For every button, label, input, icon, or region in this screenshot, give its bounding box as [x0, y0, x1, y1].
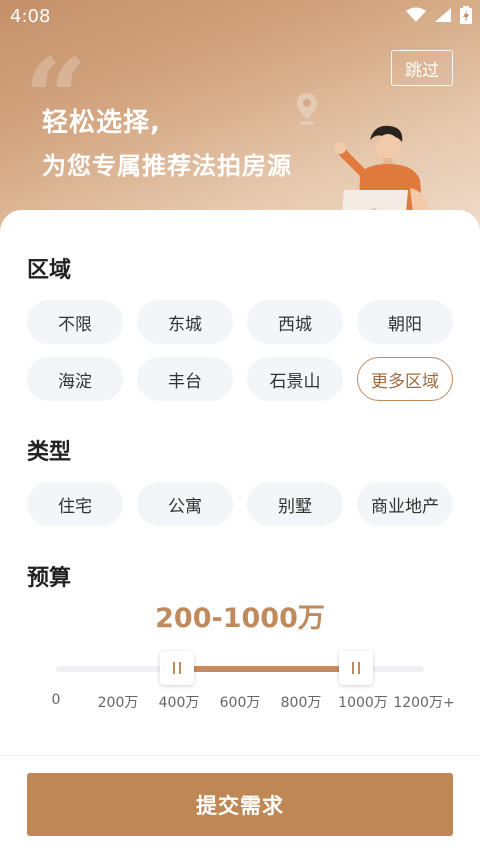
signal-icon: [435, 8, 451, 22]
type-option-apartment[interactable]: 公寓: [137, 482, 233, 526]
type-option-residential[interactable]: 住宅: [27, 482, 123, 526]
hero-headline: 轻松选择,: [42, 108, 161, 138]
region-option-haidian[interactable]: 海淀: [27, 357, 123, 401]
region-option-dongcheng[interactable]: 东城: [137, 300, 233, 344]
region-option-unlimited[interactable]: 不限: [27, 300, 123, 344]
type-option-villa[interactable]: 别墅: [247, 482, 343, 526]
handle-grip-icon: [179, 662, 182, 674]
more-regions-button[interactable]: 更多区域: [357, 357, 453, 401]
region-option-xicheng[interactable]: 西城: [247, 300, 343, 344]
region-option-fengtai[interactable]: 丰台: [137, 357, 233, 401]
hero-subheadline: 为您专属推荐法拍房源: [42, 152, 292, 180]
budget-tick-label: 1000万: [338, 695, 388, 711]
budget-slider-selected-range: [177, 666, 356, 672]
wifi-icon: [406, 7, 426, 22]
budget-tick-label: 400万: [158, 695, 200, 711]
region-option-chaoyang[interactable]: 朝阳: [357, 300, 453, 344]
location-pin-icon: [297, 93, 317, 125]
region-section-title: 区域: [27, 258, 72, 283]
type-option-commercial[interactable]: 商业地产: [357, 482, 453, 526]
skip-button[interactable]: 跳过: [391, 50, 453, 86]
status-bar: 4:08: [0, 0, 480, 34]
hero-banner: 4:08 “ 轻松选择, 为您专属推荐法拍房源 跳过: [0, 0, 480, 240]
handle-grip-icon: [173, 662, 176, 674]
budget-tick-label: 1200万+: [393, 695, 455, 711]
region-option-shijingshan[interactable]: 石景山: [247, 357, 343, 401]
budget-tick-label: 200万: [97, 695, 139, 711]
budget-section-title: 预算: [27, 566, 72, 591]
budget-tick-label: 800万: [280, 695, 322, 711]
divider: [0, 755, 480, 756]
budget-slider-min-handle[interactable]: [160, 651, 195, 685]
budget-slider-max-handle[interactable]: [338, 651, 373, 685]
handle-grip-icon: [357, 662, 360, 674]
budget-tick-label: 0: [51, 692, 61, 708]
handle-grip-icon: [351, 662, 354, 674]
status-icons: [406, 6, 472, 24]
battery-charging-icon: [460, 6, 472, 24]
type-section-title: 类型: [27, 440, 72, 465]
submit-request-button[interactable]: 提交需求: [27, 773, 453, 836]
status-time: 4:08: [10, 6, 51, 27]
budget-range-value: 200-1000万: [155, 603, 325, 634]
budget-tick-label: 600万: [219, 695, 261, 711]
